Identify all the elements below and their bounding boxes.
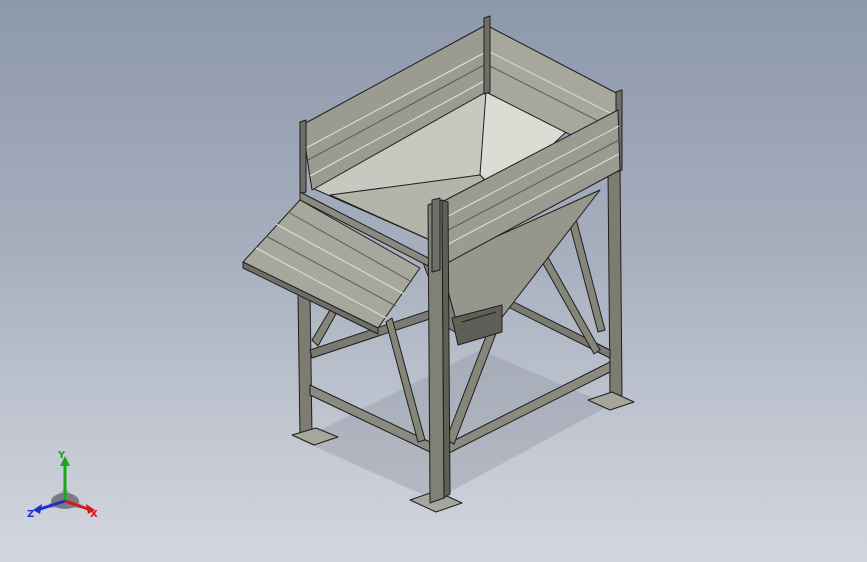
- post-left-top: [299, 119, 307, 195]
- z-axis-arrow-icon: [33, 504, 42, 514]
- leg-back-left: [297, 291, 313, 439]
- z-axis-label: Z: [27, 509, 34, 520]
- hopper-model[interactable]: [242, 15, 635, 513]
- post-back-corner: [483, 15, 491, 95]
- brace-left-a: [311, 309, 337, 347]
- model-viewport[interactable]: [0, 0, 867, 562]
- x-axis-label: X: [90, 509, 98, 520]
- y-axis-label: Y: [57, 450, 66, 461]
- orientation-triad[interactable]: Y X Z: [20, 446, 110, 526]
- post-front-top: [431, 197, 441, 273]
